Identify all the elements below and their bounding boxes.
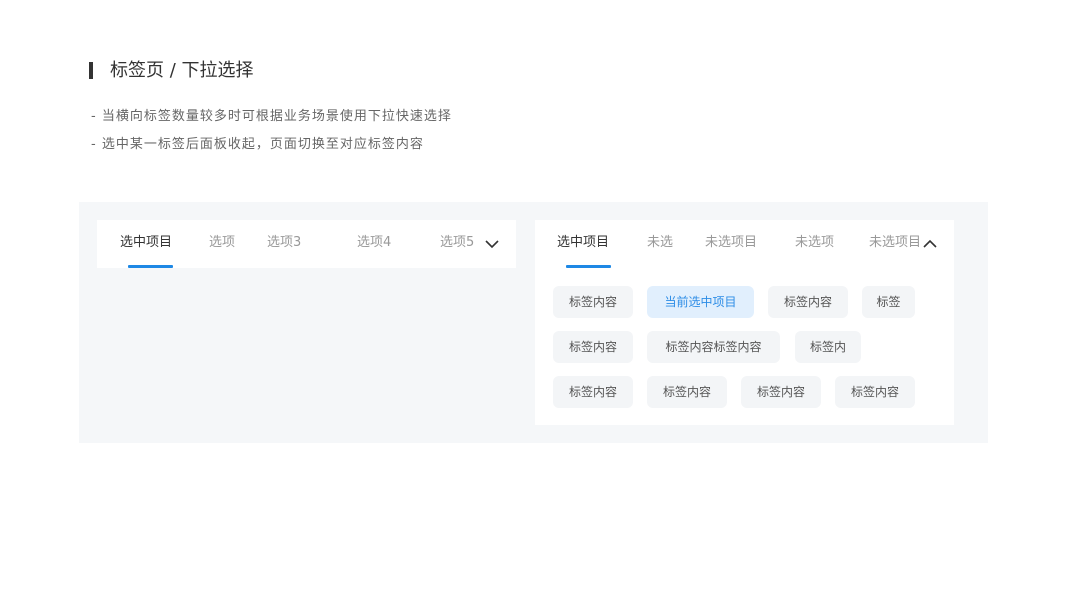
tag-chip[interactable]: 标签内 xyxy=(795,331,861,363)
tab-option-3[interactable]: 选项3 xyxy=(267,234,301,252)
tab-unselected-item[interactable]: 未选项目 xyxy=(705,234,757,252)
tab-selected-item[interactable]: 选中项目 xyxy=(120,234,172,252)
tag-chip[interactable]: 标签内容 xyxy=(553,286,633,318)
tag-chip-selected[interactable]: 当前选中项目 xyxy=(647,286,754,318)
tab-unselected-option[interactable]: 未选项 xyxy=(795,234,834,252)
tab-option-5[interactable]: 选项5 xyxy=(440,234,474,252)
description-line-2: - 选中某一标签后面板收起，页面切换至对应标签内容 xyxy=(91,137,424,152)
title-accent-bar xyxy=(89,62,93,79)
chevron-up-icon[interactable] xyxy=(922,236,938,252)
tab-unselected[interactable]: 未选 xyxy=(647,234,673,252)
tag-chip[interactable]: 标签 xyxy=(862,286,915,318)
tag-chip[interactable]: 标签内容 xyxy=(553,331,633,363)
active-tab-indicator xyxy=(128,265,173,268)
tag-chip[interactable]: 标签内容 xyxy=(835,376,915,408)
tab-unselected-item-truncated[interactable]: 未选项目 xyxy=(869,234,921,252)
tag-chip[interactable]: 标签内容 xyxy=(741,376,821,408)
tab-option-4[interactable]: 选项4 xyxy=(357,234,391,252)
tag-chip[interactable]: 标签内容 xyxy=(553,376,633,408)
active-tab-indicator xyxy=(566,265,611,268)
tab-selected-item[interactable]: 选中项目 xyxy=(557,234,609,252)
chevron-down-icon[interactable] xyxy=(484,236,500,252)
tag-chip[interactable]: 标签内容 xyxy=(647,376,727,408)
tag-chip[interactable]: 标签内容 xyxy=(768,286,848,318)
tabs-panel-expanded: 选中项目 未选 未选项目 未选项 未选项目 标签内容 当前选中项目 标签内容 标… xyxy=(535,220,954,425)
tag-chip[interactable]: 标签内容标签内容 xyxy=(647,331,780,363)
description-line-1: - 当横向标签数量较多时可根据业务场景使用下拉快速选择 xyxy=(91,109,452,124)
tabs-panel-collapsed: 选中项目 选项 选项3 选项4 选项5 xyxy=(97,220,516,268)
tab-option[interactable]: 选项 xyxy=(209,234,235,252)
page-title: 标签页 / 下拉选择 xyxy=(110,60,254,81)
